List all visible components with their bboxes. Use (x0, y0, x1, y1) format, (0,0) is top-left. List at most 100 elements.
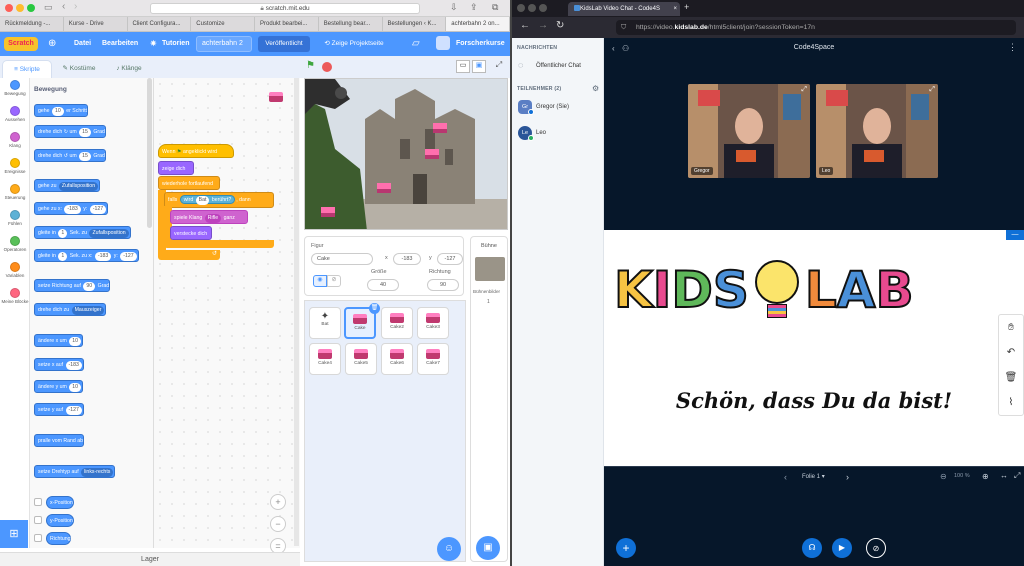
y-input[interactable]: -127 (437, 253, 463, 265)
zoom-out-icon[interactable]: ⊖ (940, 472, 947, 481)
small-stage-icon[interactable]: ▭ (456, 60, 470, 73)
see-project-page-button[interactable]: ⟲ Zeige Projektseite (318, 36, 390, 52)
browser-tab[interactable]: Kurse - Drive (64, 17, 128, 31)
block-turn-right[interactable]: drehe dich ↻ um 15 Grad (34, 125, 106, 138)
block-goto-xy[interactable]: gehe zu x: -183 y: -127 (34, 202, 109, 215)
actions-plus-button[interactable]: + (616, 538, 636, 558)
close-tab-icon[interactable]: × (673, 2, 677, 16)
green-flag-icon[interactable]: ⚑ (306, 60, 315, 71)
browser-tab[interactable]: Customize (191, 17, 255, 31)
add-extension-button[interactable]: ⊞ (0, 520, 28, 548)
zoom-window-button[interactable] (27, 4, 35, 12)
next-slide-icon[interactable]: › (846, 472, 849, 482)
fullscreen-icon[interactable]: ⤢ (492, 60, 506, 73)
browser-tab[interactable]: Produkt bearbei... (255, 17, 319, 31)
new-tab-icon[interactable]: + (684, 2, 689, 12)
browser-tab[interactable]: Bestellungen ‹ K... (383, 17, 447, 31)
category-operators[interactable]: Operatoren (0, 236, 30, 260)
share-button[interactable]: Veröffentlicht (258, 36, 310, 52)
multi-user-icon[interactable]: ⌇ (999, 390, 1023, 415)
fullscreen-icon[interactable]: ⤢ (801, 86, 807, 94)
sprite-tile[interactable]: Cake6 (381, 343, 413, 375)
tabs-overview-icon[interactable]: ⧉ (492, 2, 498, 13)
block-set-x[interactable]: setze x auf -183 (34, 358, 84, 371)
reporter-direction[interactable]: Richtung (46, 532, 72, 545)
fullscreen-icon[interactable]: ⤢ (1014, 471, 1020, 481)
close-window-button[interactable] (517, 4, 525, 12)
block-change-x[interactable]: ändere x um 10 (34, 334, 84, 347)
browser-tab[interactable]: Client Configura... (128, 17, 192, 31)
hide-sprite-eye-icon[interactable]: ⊘ (327, 275, 341, 287)
presentation-whiteboard[interactable]: — KIDS LAB Schön, dass Du da bist! (604, 230, 1024, 466)
download-icon[interactable]: ⇩ (450, 2, 458, 13)
script-area[interactable]: Wenn ⚑ angeklickt wird zeige dich wieder… (154, 78, 300, 554)
browser-tab[interactable]: Rückmeldung -... (0, 17, 64, 31)
add-sprite-button[interactable]: ☺ (437, 537, 461, 561)
block-goto[interactable]: gehe zu Zufallsposition (34, 179, 101, 192)
backpack-bar[interactable]: Lager (0, 552, 300, 566)
undo-icon[interactable]: ↶ (999, 340, 1023, 365)
video-tile[interactable]: Gregor ⤢ (688, 84, 810, 178)
block-move[interactable]: gehe 10 er Schritt (34, 104, 88, 117)
forward-icon[interactable]: → (538, 20, 548, 31)
category-looks[interactable]: Aussehen (0, 106, 30, 130)
category-events[interactable]: Ereignisse (0, 158, 30, 182)
sprite-tile[interactable]: Cake5 (345, 343, 377, 375)
minimize-window-button[interactable] (16, 4, 24, 12)
browser-tab-active[interactable]: achterbahn 2 on... (446, 17, 510, 31)
size-input[interactable]: 40 (367, 279, 399, 291)
category-motion[interactable]: Bewegung (0, 80, 30, 104)
public-chat-item[interactable]: ◌ Öffentlicher Chat (516, 60, 600, 74)
file-menu[interactable]: Datei (74, 32, 91, 56)
minimize-window-button[interactable] (528, 4, 536, 12)
reload-icon[interactable]: ↻ (556, 20, 564, 31)
user-list-item[interactable]: Le Leo (516, 126, 600, 142)
sprite-tile[interactable]: Cake3 (417, 307, 449, 339)
hand-tool-icon[interactable]: ✋︎ (999, 315, 1023, 340)
options-menu-icon[interactable]: ⋮ (1008, 42, 1017, 53)
sprite-tile[interactable]: Cake4 (309, 343, 341, 375)
reporter-y-position[interactable]: y-Position (46, 514, 74, 527)
gear-icon[interactable]: ⚙︎ (592, 84, 599, 93)
checkbox-y-position[interactable] (34, 516, 42, 524)
block-turn-left[interactable]: drehe dich ↺ um 15 Grad (34, 149, 106, 162)
fullscreen-icon[interactable]: ⤢ (929, 86, 935, 94)
stage-canvas[interactable] (304, 78, 508, 230)
checkbox-x-position[interactable] (34, 498, 42, 506)
block-play-sound[interactable]: spiele Klang Rifle ganz (170, 210, 248, 224)
stage-target-panel[interactable]: Bühne Bühnenbilder 1 (470, 236, 508, 562)
hat-when-flag-clicked[interactable]: Wenn ⚑ angeklickt wird (158, 144, 234, 158)
prev-slide-icon[interactable]: ‹ (784, 472, 787, 482)
category-control[interactable]: Steuerung (0, 184, 30, 208)
close-window-button[interactable] (5, 4, 13, 12)
folder-icon[interactable]: ▱ (412, 32, 420, 56)
sprite-tile[interactable]: Cake2 (381, 307, 413, 339)
large-stage-icon[interactable]: ▣ (472, 60, 486, 73)
slide-selector[interactable]: Folie 1 ▾ (802, 471, 836, 484)
show-sprite-eye-icon[interactable]: ◉ (313, 275, 327, 287)
tab-costumes[interactable]: ✎ Kostüme (54, 60, 104, 78)
category-sound[interactable]: Klang (0, 132, 30, 156)
zoom-out-button[interactable]: − (270, 516, 286, 532)
sprite-tile[interactable]: ✦ Bat (309, 307, 341, 339)
zoom-in-icon[interactable]: ⊕ (982, 472, 989, 481)
screen-share-button[interactable]: ⊘ (866, 538, 886, 558)
sidebar-toggle-icon[interactable]: ▭ (44, 2, 53, 13)
address-bar[interactable]: ⛉ https://video.kidslab.de/html5client/jo… (616, 20, 1016, 35)
block-bounce[interactable]: pralle vom Rand ab (34, 434, 84, 447)
block-hide[interactable]: verstecke dich (170, 226, 212, 240)
zoom-window-button[interactable] (539, 4, 547, 12)
x-input[interactable]: -183 (393, 253, 421, 265)
globe-icon[interactable]: ⊕ (48, 32, 56, 56)
category-variables[interactable]: Variablen (0, 262, 30, 286)
stop-icon[interactable] (322, 62, 332, 72)
category-sensing[interactable]: Fühlen (0, 210, 30, 234)
delete-sprite-icon[interactable]: 🗑︎ (369, 303, 380, 314)
block-change-y[interactable]: ändere y um 10 (34, 380, 84, 393)
minimize-presentation-button[interactable]: — (1006, 230, 1024, 240)
camera-button[interactable]: ▶ (832, 538, 852, 558)
block-rotation-style[interactable]: setze Drehtyp auf links-rechts (34, 465, 116, 478)
tab-sounds[interactable]: ♪ Klänge (106, 60, 152, 78)
touching-sensor[interactable]: wird Bat berührt? (179, 195, 236, 205)
block-set-direction[interactable]: setze Richtung auf 90 Grad (34, 279, 111, 292)
